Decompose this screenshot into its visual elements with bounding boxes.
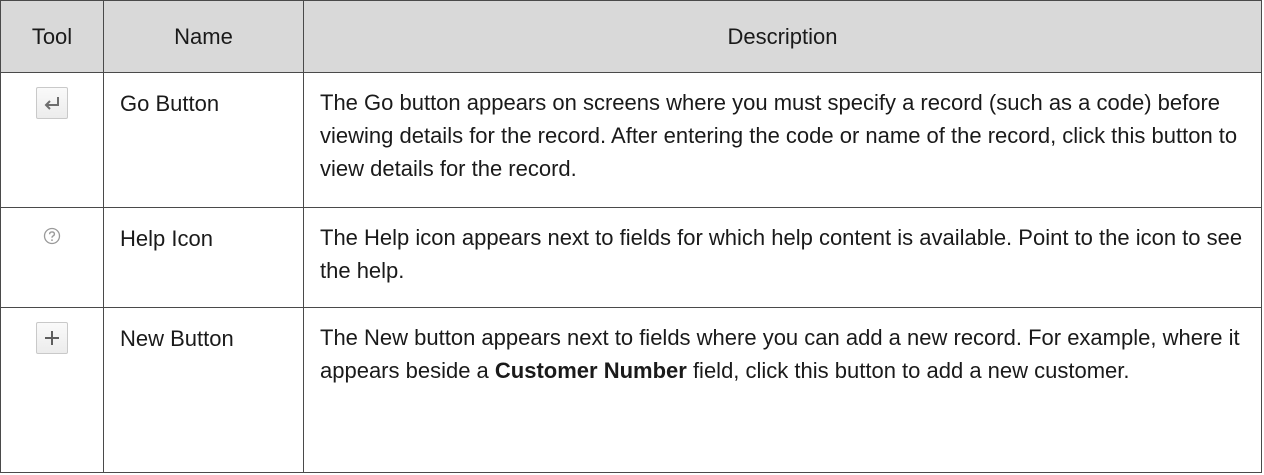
name-cell: New Button — [103, 307, 304, 473]
description-cell: The New button appears next to fields wh… — [303, 307, 1262, 473]
tool-cell — [0, 207, 104, 308]
table-row: Go Button The Go button appears on scree… — [0, 72, 1262, 208]
description-cell: The Help icon appears next to fields for… — [303, 207, 1262, 308]
header-name: Name — [103, 0, 304, 73]
description-text: field, click this button to add a new cu… — [686, 358, 1130, 383]
tool-cell — [0, 307, 104, 473]
table-header-row: Tool Name Description — [0, 0, 1262, 73]
name-cell: Help Icon — [103, 207, 304, 308]
table-row: Help Icon The Help icon appears next to … — [0, 207, 1262, 308]
plus-icon[interactable] — [36, 322, 68, 354]
header-tool: Tool — [0, 0, 104, 73]
tool-cell — [0, 72, 104, 208]
question-circle-icon[interactable] — [36, 222, 68, 254]
go-arrow-icon[interactable] — [36, 87, 68, 119]
tools-reference-table: Tool Name Description Go Button The Go b… — [0, 0, 1262, 473]
ui-term-customer-number: Customer Number — [494, 358, 687, 383]
name-cell: Go Button — [103, 72, 304, 208]
header-description: Description — [303, 0, 1262, 73]
table-row: New Button The New button appears next t… — [0, 307, 1262, 473]
description-cell: The Go button appears on screens where y… — [303, 72, 1262, 208]
